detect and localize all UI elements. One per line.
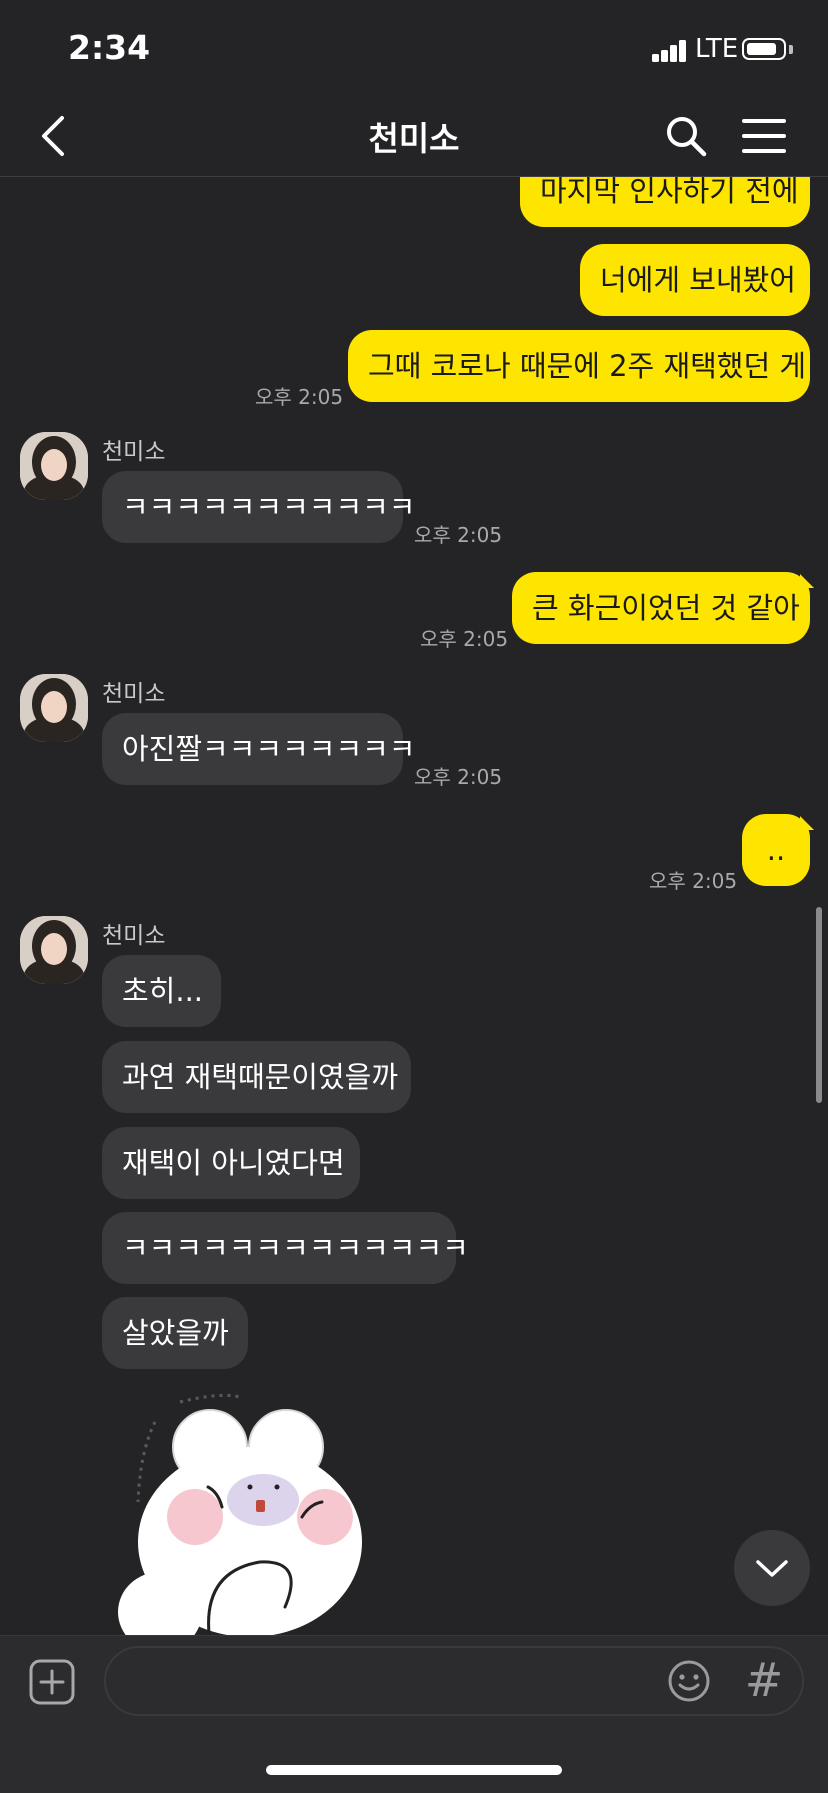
avatar[interactable]: [20, 916, 88, 984]
message-time: 오후 2:05: [414, 765, 503, 789]
network-type: LTE: [695, 34, 739, 64]
plus-square-icon: [29, 1659, 75, 1705]
sender-name: 천미소: [102, 439, 166, 465]
hashtag-button[interactable]: #: [742, 1654, 786, 1706]
chevron-down-icon: [756, 1560, 788, 1577]
bubble-tail: [800, 574, 814, 588]
bunny-sticker[interactable]: [110, 1392, 400, 1635]
search-icon: [667, 117, 707, 157]
message-bubble-received[interactable]: ㅋㅋㅋㅋㅋㅋㅋㅋㅋㅋㅋㅋㅋ: [102, 1212, 469, 1284]
message-bubble-received[interactable]: ㅋㅋㅋㅋㅋㅋㅋㅋㅋㅋㅋ: [102, 471, 415, 543]
status-time: 2:34: [68, 28, 151, 67]
message-bubble-received[interactable]: 아진짤ㅋㅋㅋㅋㅋㅋㅋㅋ: [102, 713, 415, 785]
scrollbar[interactable]: [816, 907, 822, 1103]
chat-messages[interactable]: 마지막 인사하기 전에 너에게 보내봤어 그때 코로나 때문에 2주 재택했던 …: [0, 177, 828, 1635]
sender-name: 천미소: [102, 923, 166, 949]
menu-button[interactable]: [738, 110, 790, 162]
message-time: 오후 2:05: [649, 869, 738, 893]
message-bubble-sent[interactable]: 그때 코로나 때문에 2주 재택했던 게: [348, 330, 810, 402]
emoji-button[interactable]: [666, 1658, 712, 1704]
emoji-icon: [668, 1660, 710, 1702]
status-bar: 2:34 LTE: [0, 0, 828, 96]
battery-tip: [789, 45, 793, 54]
back-button[interactable]: [32, 110, 84, 162]
signal-icon: [652, 40, 688, 62]
message-bubble-sent[interactable]: 큰 화근이었던 것 같아: [512, 572, 810, 644]
message-time: 오후 2:05: [420, 627, 509, 651]
bubble-tail: [800, 816, 814, 830]
message-time: 오후 2:05: [414, 523, 503, 547]
message-bubble-received[interactable]: 살았을까: [102, 1297, 248, 1369]
message-input[interactable]: #: [104, 1646, 804, 1716]
sender-name: 천미소: [102, 681, 166, 707]
avatar[interactable]: [20, 674, 88, 742]
battery-icon: [742, 38, 786, 60]
message-bubble-sent[interactable]: 마지막 인사하기 전에: [520, 177, 810, 227]
message-bubble-received[interactable]: 과연 재택때문이였을까: [102, 1041, 411, 1113]
back-arrow-icon: [42, 116, 64, 156]
search-button[interactable]: [660, 110, 712, 162]
scroll-down-button[interactable]: [734, 1530, 810, 1606]
chat-header: 천미소: [0, 96, 828, 177]
message-bubble-received[interactable]: 초히...: [102, 955, 221, 1027]
message-bubble-sent[interactable]: 너에게 보내봤어: [580, 244, 810, 316]
message-time: 오후 2:05: [255, 385, 344, 409]
avatar[interactable]: [20, 432, 88, 500]
add-button[interactable]: [28, 1658, 76, 1706]
home-indicator[interactable]: [266, 1765, 562, 1775]
hamburger-menu-icon: [742, 119, 786, 153]
message-bubble-received[interactable]: 재택이 아니였다면: [102, 1127, 360, 1199]
